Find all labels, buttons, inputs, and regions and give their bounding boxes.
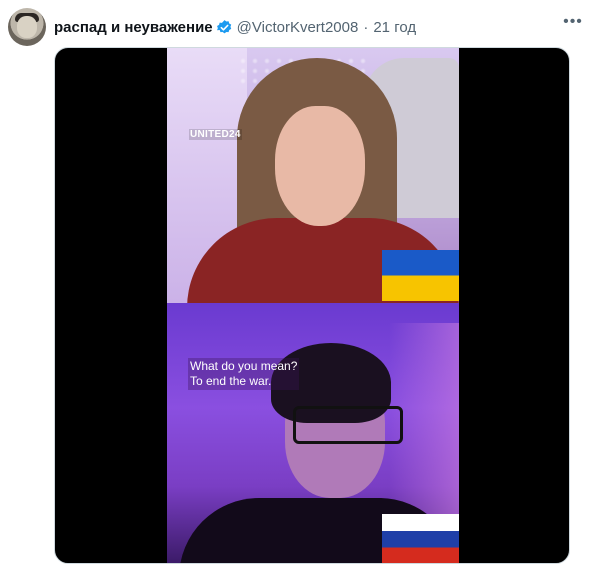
display-name[interactable]: распад и неуважение <box>54 19 213 36</box>
watermark-logo: UNITED24 <box>189 129 242 140</box>
separator-dot: · <box>363 18 369 36</box>
tweet-header: распад и неуважение @VictorKvert2008 · 2… <box>8 8 585 46</box>
glasses <box>293 406 403 444</box>
woman-face <box>275 106 365 226</box>
caption-line-1: What do you mean? <box>190 359 298 373</box>
tweet-timestamp[interactable]: 21 год <box>373 19 416 36</box>
more-options-icon[interactable]: ••• <box>563 14 583 35</box>
avatar[interactable] <box>8 8 46 46</box>
video-frame[interactable]: UNITED24 What do you mean? To end the wa… <box>167 48 459 563</box>
verified-badge-icon <box>216 19 231 33</box>
avatar-face <box>17 16 37 38</box>
ukraine-flag-icon <box>382 250 459 301</box>
user-handle[interactable]: @VictorKvert2008 <box>237 19 359 36</box>
tweet-meta: распад и неуважение @VictorKvert2008 · 2… <box>54 19 416 36</box>
video-caption: What do you mean? To end the war. <box>188 358 300 390</box>
video-top-panel: UNITED24 <box>167 48 459 318</box>
caption-line-2: To end the war. <box>190 374 272 388</box>
tweet-media[interactable]: UNITED24 What do you mean? To end the wa… <box>54 47 570 564</box>
russia-flag-icon <box>382 514 459 563</box>
